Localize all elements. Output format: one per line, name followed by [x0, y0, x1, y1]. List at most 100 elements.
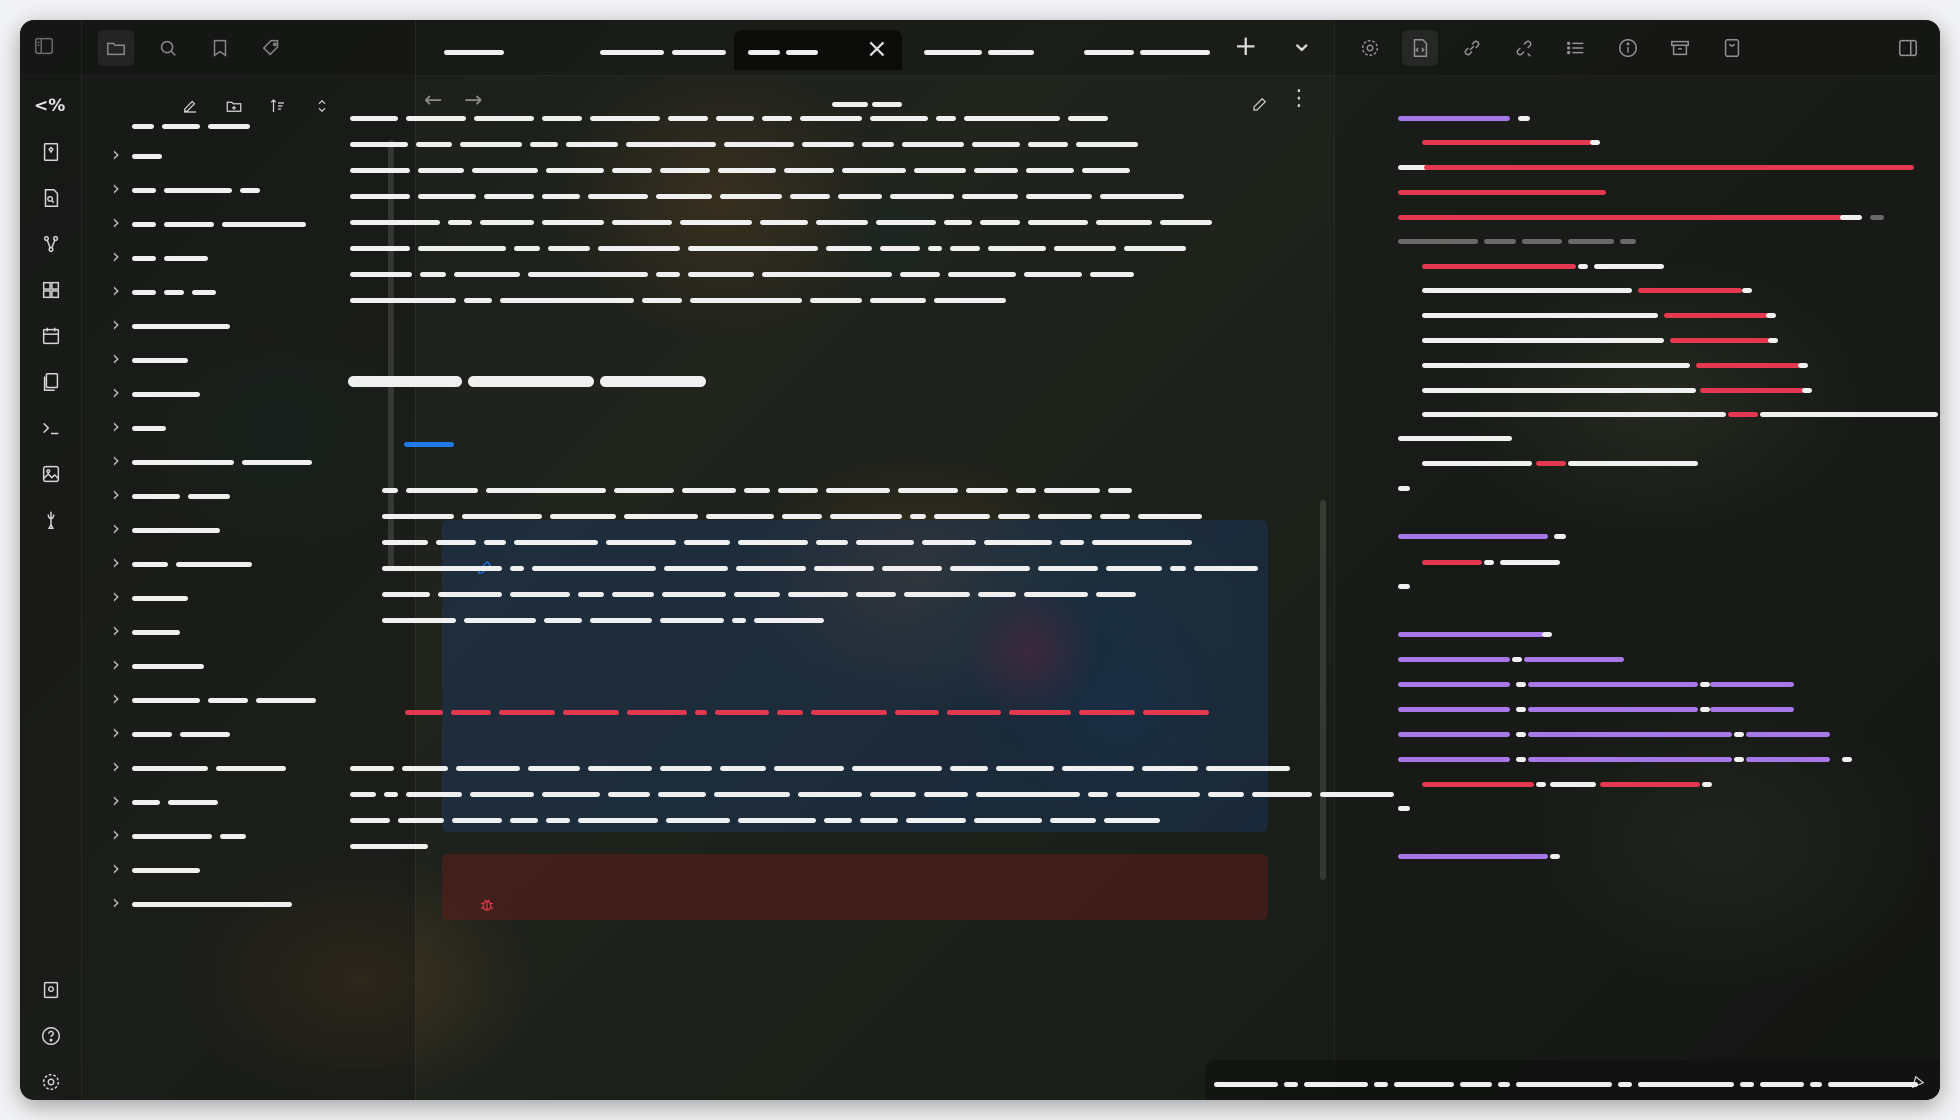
text-line [132, 664, 204, 669]
text-line [1082, 168, 1130, 173]
text-line [1016, 488, 1036, 493]
chevron-right-icon[interactable]: › [112, 178, 126, 198]
text-line [454, 272, 520, 277]
chevron-right-icon[interactable]: › [112, 756, 126, 776]
text-line [404, 442, 454, 447]
chevron-right-icon[interactable]: › [112, 858, 126, 878]
text-line [500, 298, 634, 303]
templater-label[interactable]: <% [34, 96, 65, 116]
chevron-right-icon[interactable]: › [112, 586, 126, 606]
chevron-right-icon[interactable]: › [112, 246, 126, 266]
text-line [1500, 560, 1560, 565]
tab[interactable] [588, 30, 748, 70]
text-line [1568, 461, 1698, 466]
chevron-right-icon[interactable]: › [112, 382, 126, 402]
text-line [132, 868, 200, 873]
text-line [1398, 682, 1510, 687]
text-line [1498, 1082, 1510, 1087]
text-line [612, 168, 652, 173]
sort-icon[interactable] [262, 90, 294, 122]
text-line [470, 792, 534, 797]
text-line [1398, 534, 1548, 539]
text-line [164, 290, 184, 295]
text-line [898, 488, 958, 493]
nav-back-button[interactable]: ← [424, 88, 442, 113]
bug-icon [476, 894, 498, 916]
chevron-right-icon[interactable]: › [112, 416, 126, 436]
text-line [1828, 1082, 1918, 1087]
text-line [1062, 766, 1134, 771]
text-line [1528, 707, 1698, 712]
tab[interactable] [1070, 30, 1230, 70]
text-line [382, 566, 502, 571]
file-search-icon[interactable] [35, 182, 67, 214]
tab[interactable] [910, 30, 1060, 70]
text-line [132, 494, 180, 499]
text-line [988, 246, 1046, 251]
tab-active[interactable]: × [734, 30, 902, 70]
text-line [460, 142, 522, 147]
text-line [1422, 412, 1726, 417]
chevron-right-icon[interactable]: › [112, 314, 126, 334]
help-icon[interactable] [35, 1020, 67, 1052]
nav-forward-button[interactable]: → [464, 88, 482, 113]
image-icon[interactable] [35, 458, 67, 490]
text-line [1422, 782, 1534, 787]
chevron-right-icon[interactable]: › [112, 620, 126, 640]
text-line [724, 142, 794, 147]
bookmark-plugin-icon[interactable] [35, 136, 67, 168]
text-line [132, 732, 172, 737]
chevron-right-icon[interactable]: › [112, 654, 126, 674]
chevron-right-icon[interactable]: › [112, 348, 126, 368]
chevron-right-icon[interactable]: › [112, 144, 126, 164]
tab-list-button[interactable]: ⌄ [1290, 28, 1313, 56]
new-tab-button[interactable]: + [1234, 32, 1257, 60]
text-line [563, 710, 619, 715]
chevron-right-icon[interactable]: › [112, 892, 126, 912]
text-line [1700, 707, 1710, 712]
chevron-right-icon[interactable]: › [112, 280, 126, 300]
chevron-right-icon[interactable]: › [112, 824, 126, 844]
text-line [1398, 657, 1510, 662]
text-line [418, 246, 506, 251]
pages-icon[interactable] [35, 366, 67, 398]
text-line [664, 566, 728, 571]
new-note-icon[interactable] [174, 90, 206, 122]
tab[interactable] [430, 30, 580, 70]
calendar-icon[interactable] [35, 320, 67, 352]
pen-icon[interactable] [35, 504, 67, 536]
new-folder-icon[interactable] [218, 90, 250, 122]
chevron-right-icon[interactable]: › [112, 518, 126, 538]
ribbon: <% [20, 20, 82, 1100]
more-options-button[interactable]: ⋮ [1288, 86, 1310, 111]
file-explorer-scrollbar[interactable] [388, 140, 394, 570]
chevron-right-icon[interactable]: › [112, 552, 126, 572]
chevron-right-icon[interactable]: › [112, 484, 126, 504]
edit-mode-icon[interactable] [1244, 88, 1276, 120]
terminal-icon[interactable] [35, 412, 67, 444]
chevron-right-icon[interactable]: › [112, 722, 126, 742]
text-line [350, 220, 440, 225]
editor-scrollbar[interactable] [1320, 500, 1326, 880]
text-line [1143, 710, 1209, 715]
graph-icon[interactable] [35, 228, 67, 260]
chevron-right-icon[interactable]: › [112, 450, 126, 470]
chevron-right-icon[interactable]: › [112, 790, 126, 810]
text-line [1138, 514, 1202, 519]
tab-close-icon[interactable]: × [866, 35, 888, 63]
text-line [798, 792, 862, 797]
text-line [208, 124, 250, 129]
settings-icon[interactable] [35, 1066, 67, 1098]
text-line [1422, 288, 1632, 293]
vault-icon[interactable] [35, 974, 67, 1006]
text-line [384, 792, 398, 797]
chevron-right-icon[interactable]: › [112, 688, 126, 708]
collapse-icon[interactable] [306, 90, 338, 122]
text-line [690, 298, 802, 303]
grid-icon[interactable] [35, 274, 67, 306]
text-line [1060, 540, 1084, 545]
text-line [928, 246, 942, 251]
text-line [870, 792, 916, 797]
chevron-right-icon[interactable]: › [112, 212, 126, 232]
text-line [1620, 239, 1636, 244]
